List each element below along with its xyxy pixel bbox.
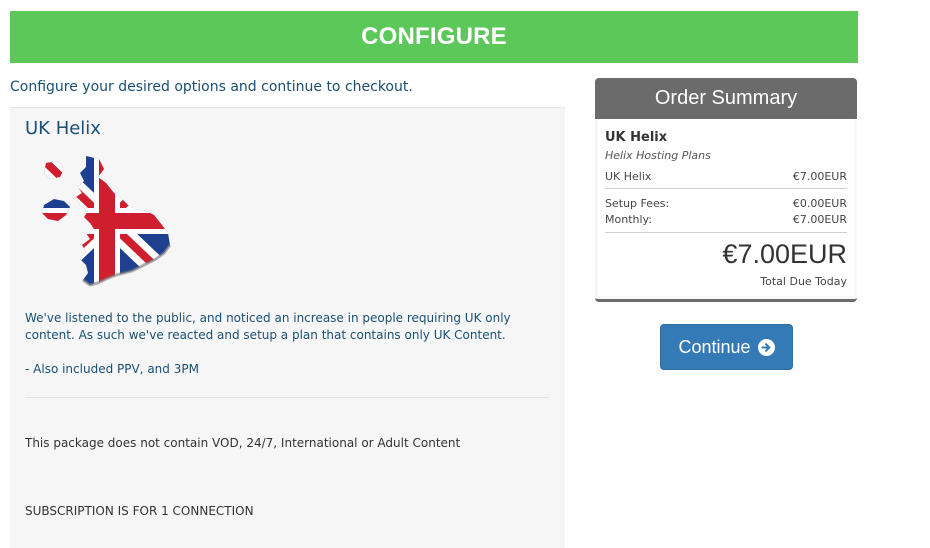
summary-item-label: UK Helix xyxy=(605,170,652,183)
monthly-label: Monthly: xyxy=(605,213,652,226)
package-note: This package does not contain VOD, 24/7,… xyxy=(25,436,461,450)
description-paragraph: We've listened to the public, and notice… xyxy=(25,311,511,342)
product-name: UK Helix xyxy=(25,118,101,139)
order-summary-title: Order Summary xyxy=(595,78,857,119)
order-summary: Order Summary UK Helix Helix Hosting Pla… xyxy=(595,78,857,302)
setup-fees-value: €0.00EUR xyxy=(792,197,847,210)
product-description: We've listened to the public, and notice… xyxy=(25,310,545,378)
uk-flag-map-image xyxy=(42,156,172,287)
product-panel: UK Helix We've listened to the public, a… xyxy=(10,107,565,548)
summary-setup-fees: Setup Fees: €0.00EUR xyxy=(605,197,847,210)
arrow-circle-right-icon xyxy=(757,338,775,356)
intro-text: Configure your desired options and conti… xyxy=(10,79,413,95)
summary-item-value: €7.00EUR xyxy=(792,170,847,183)
summary-divider xyxy=(605,232,847,233)
total-amount: €7.00EUR xyxy=(722,239,847,269)
summary-product-name: UK Helix xyxy=(605,130,668,145)
total-label: Total Due Today xyxy=(760,275,847,288)
connection-note: SUBSCRIPTION IS FOR 1 CONNECTION xyxy=(25,504,254,518)
continue-label: Continue xyxy=(678,336,751,357)
order-summary-body: UK Helix Helix Hosting Plans UK Helix €7… xyxy=(598,119,854,296)
summary-monthly: Monthly: €7.00EUR xyxy=(605,213,847,226)
page-title: CONFIGURE xyxy=(361,23,507,50)
setup-fees-label: Setup Fees: xyxy=(605,197,670,210)
summary-product-group: Helix Hosting Plans xyxy=(605,149,711,162)
monthly-value: €7.00EUR xyxy=(792,213,847,226)
summary-divider xyxy=(605,188,847,189)
description-extras: - Also included PPV, and 3PM xyxy=(25,362,199,376)
divider xyxy=(25,397,549,398)
page-header: CONFIGURE xyxy=(10,11,858,63)
continue-button[interactable]: Continue xyxy=(660,324,793,370)
summary-line-item: UK Helix €7.00EUR xyxy=(605,170,847,183)
